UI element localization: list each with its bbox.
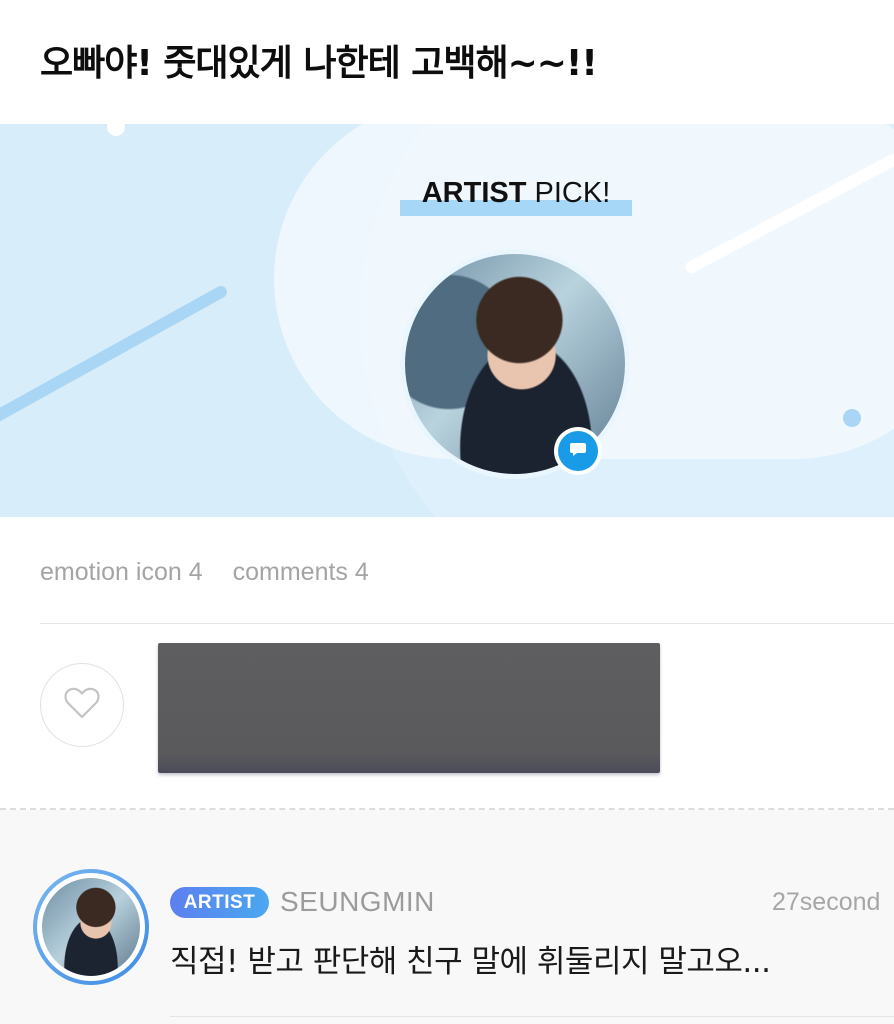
emotion-count[interactable]: emotion icon 4 — [40, 558, 203, 586]
comment-timestamp: 27second — [772, 888, 881, 916]
banner-dot — [107, 124, 125, 136]
banner-dot — [843, 409, 861, 427]
comment-text[interactable]: 직접! 받고 판단해 친구 말에 휘둘리지 말고오... — [170, 936, 771, 981]
comment-count[interactable]: comments 4 — [233, 558, 369, 586]
comment-author[interactable]: SEUNGMIN — [280, 886, 435, 918]
commenter-avatar[interactable] — [33, 869, 149, 985]
post-title: 오빠야! 줏대있게 나한테 고백해~~!! — [40, 43, 598, 84]
artist-badge: ARTIST — [170, 887, 269, 918]
commenter-photo — [42, 878, 140, 976]
redacted-block — [158, 643, 660, 773]
chat-badge[interactable] — [554, 427, 602, 475]
pick-label-bold: ARTIST — [421, 177, 527, 209]
artist-pick-label: ARTIST PICK! — [400, 176, 632, 216]
divider — [170, 1016, 894, 1017]
dashed-divider — [0, 808, 894, 810]
divider — [40, 623, 894, 624]
chat-bubble-icon — [569, 441, 587, 461]
banner-streak — [0, 283, 230, 426]
post-stats: emotion icon 4 comments 4 — [40, 558, 369, 587]
pick-label-rest: PICK! — [526, 177, 611, 209]
heart-icon — [63, 686, 101, 724]
like-button[interactable] — [40, 663, 124, 747]
